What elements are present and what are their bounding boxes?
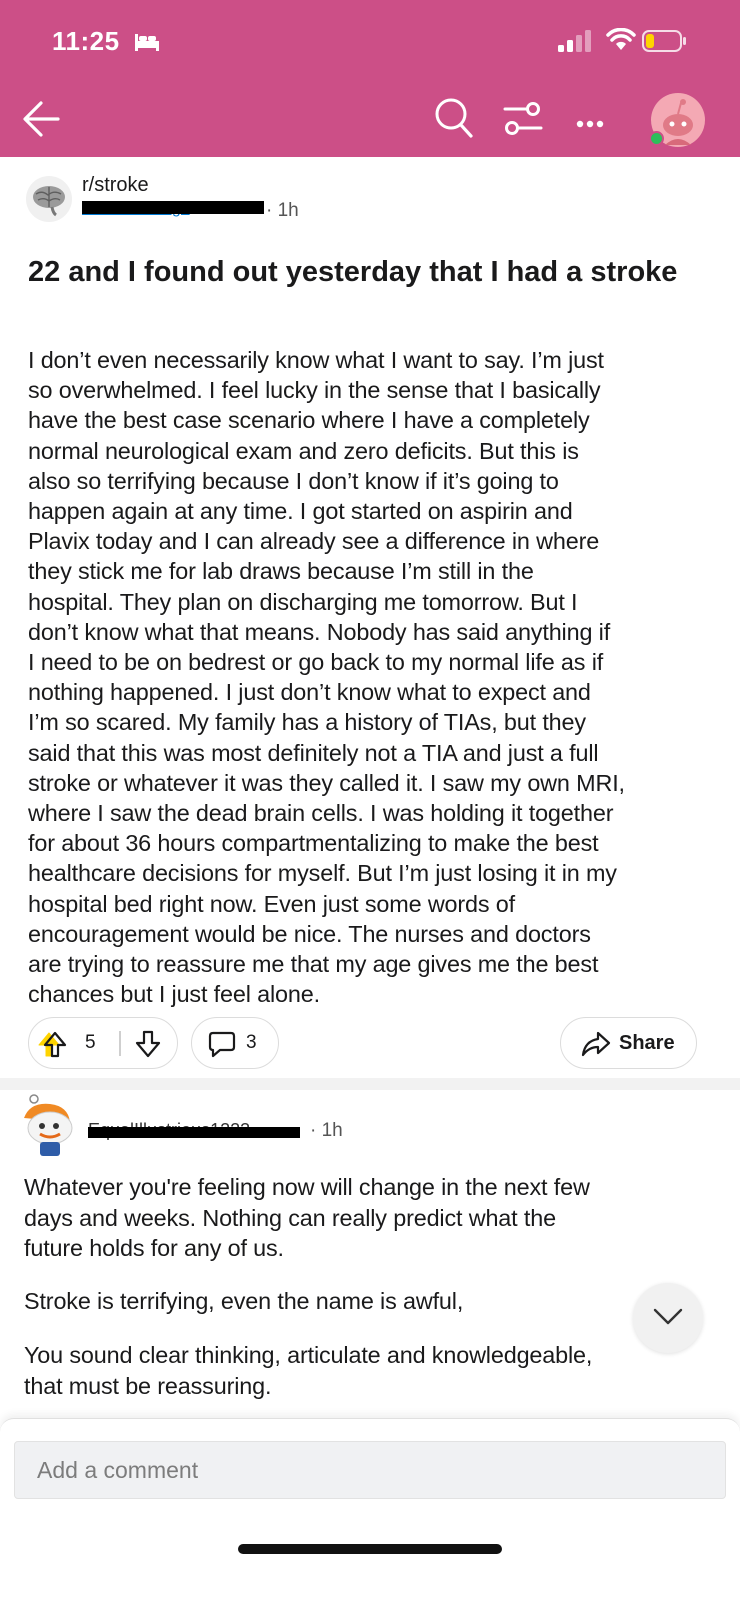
post-body-line: I’m so scared. My family has a history o… xyxy=(28,709,586,736)
downvote-icon[interactable] xyxy=(133,1029,163,1064)
vote-control: 5 xyxy=(28,1017,178,1069)
comment-line: future holds for any of us. xyxy=(24,1235,284,1261)
share-icon xyxy=(581,1031,611,1062)
post-body-line: hospital. They plan on discharging me to… xyxy=(28,588,578,615)
status-time: 11:25 xyxy=(52,26,120,56)
search-icon[interactable] xyxy=(434,97,474,144)
share-label: Share xyxy=(619,1032,675,1054)
post-body-line: happen again at any time. I got started … xyxy=(28,498,573,525)
comment-author-redaction xyxy=(88,1127,300,1138)
post-body-line: said that this was most definitely not a… xyxy=(28,739,599,766)
back-arrow-icon[interactable] xyxy=(22,100,62,143)
post-body-line: chances but I just feel alone. xyxy=(28,981,320,1008)
comment-paragraph-1: Whatever you're feeling now will change … xyxy=(24,1172,714,1264)
app-header: 11:25 xyxy=(0,0,740,157)
comment-line: that must be reassuring. xyxy=(24,1372,272,1399)
battery-icon xyxy=(642,30,688,57)
more-options-icon[interactable] xyxy=(576,115,604,133)
author-redaction xyxy=(82,201,264,214)
comment-line: You sound clear thinking, articulate and… xyxy=(24,1342,593,1368)
subreddit-name[interactable]: r/stroke xyxy=(82,174,149,197)
home-indicator xyxy=(238,1544,502,1554)
post-body-line: they stick me for lab draws because I’m … xyxy=(28,558,534,585)
post-body: I don’t even necessarily know what I wan… xyxy=(28,345,718,1009)
post-body-line: have the best case scenario where I have… xyxy=(28,407,590,434)
online-status-dot xyxy=(649,131,664,146)
post-body-line: hospital bed right now. Even just some w… xyxy=(28,890,516,917)
post-body-line: nothing happened. I just don’t know what… xyxy=(28,679,591,706)
post-body-line: stroke or whatever it was they called it… xyxy=(28,769,625,796)
post-body-line: healthcare decisions for myself. But I’m… xyxy=(28,860,617,887)
share-button[interactable]: Share xyxy=(560,1017,697,1069)
post-age: · 1h xyxy=(266,200,299,221)
bed-icon xyxy=(134,32,160,57)
post-meta: r/stroke u/Medicsavage · 1h xyxy=(26,170,716,230)
post-body-line: so overwhelmed. I feel lucky in the sens… xyxy=(28,377,601,404)
vote-count: 5 xyxy=(85,1032,96,1053)
chevron-down-icon xyxy=(653,1308,683,1325)
signal-icon xyxy=(558,30,592,57)
comment-count: 3 xyxy=(246,1032,257,1053)
comment-line: days and weeks. Nothing can really predi… xyxy=(24,1204,556,1231)
comments-button[interactable]: 3 xyxy=(191,1017,279,1069)
wifi-icon xyxy=(606,27,636,57)
section-divider xyxy=(0,1078,740,1090)
post-body-line: also so terrifying because I don’t know … xyxy=(28,467,559,494)
add-comment-input[interactable]: Add a comment xyxy=(14,1441,726,1499)
comment-line: Whatever you're feeling now will change … xyxy=(24,1174,590,1200)
subreddit-icon[interactable] xyxy=(26,176,72,222)
post-body-line: are trying to reassure me that my age gi… xyxy=(28,951,599,978)
post-body-line: Plavix today and I can already see a dif… xyxy=(28,528,600,555)
comment-paragraph-3: You sound clear thinking, articulate and… xyxy=(24,1340,714,1401)
comment-age-value: 1h xyxy=(321,1120,343,1141)
upvote-icon[interactable] xyxy=(36,1029,76,1064)
scroll-down-button[interactable] xyxy=(633,1283,703,1353)
filter-icon[interactable] xyxy=(503,101,543,142)
comment-line: Stroke is terrifying, even the name is a… xyxy=(24,1288,464,1314)
post-body-line: encouragement would be nice. The nurses … xyxy=(28,920,591,947)
comment-paragraph-2: Stroke is terrifying, even the name is a… xyxy=(24,1286,714,1317)
post-title[interactable]: 22 and I found out yesterday that I had … xyxy=(28,254,698,290)
commenter-avatar[interactable] xyxy=(20,1094,76,1158)
comment-composer-bar: Add a comment xyxy=(0,1418,740,1600)
post-age-value: 1h xyxy=(277,200,299,221)
comment-bubble-icon xyxy=(208,1030,236,1063)
post-body-line: where I saw the dead brain cells. I was … xyxy=(28,800,614,827)
comment-age: · 1h xyxy=(310,1120,343,1141)
vote-divider xyxy=(119,1031,121,1056)
post-body-line: I don’t even necessarily know what I wan… xyxy=(28,347,604,373)
post-body-line: don’t know what that means. Nobody has s… xyxy=(28,618,611,645)
post-body-line: I need to be on bedrest or go back to my… xyxy=(28,649,604,676)
post-body-line: for about 36 hours compartmentalizing to… xyxy=(28,830,599,857)
post-body-line: normal neurological exam and zero defici… xyxy=(28,437,579,464)
